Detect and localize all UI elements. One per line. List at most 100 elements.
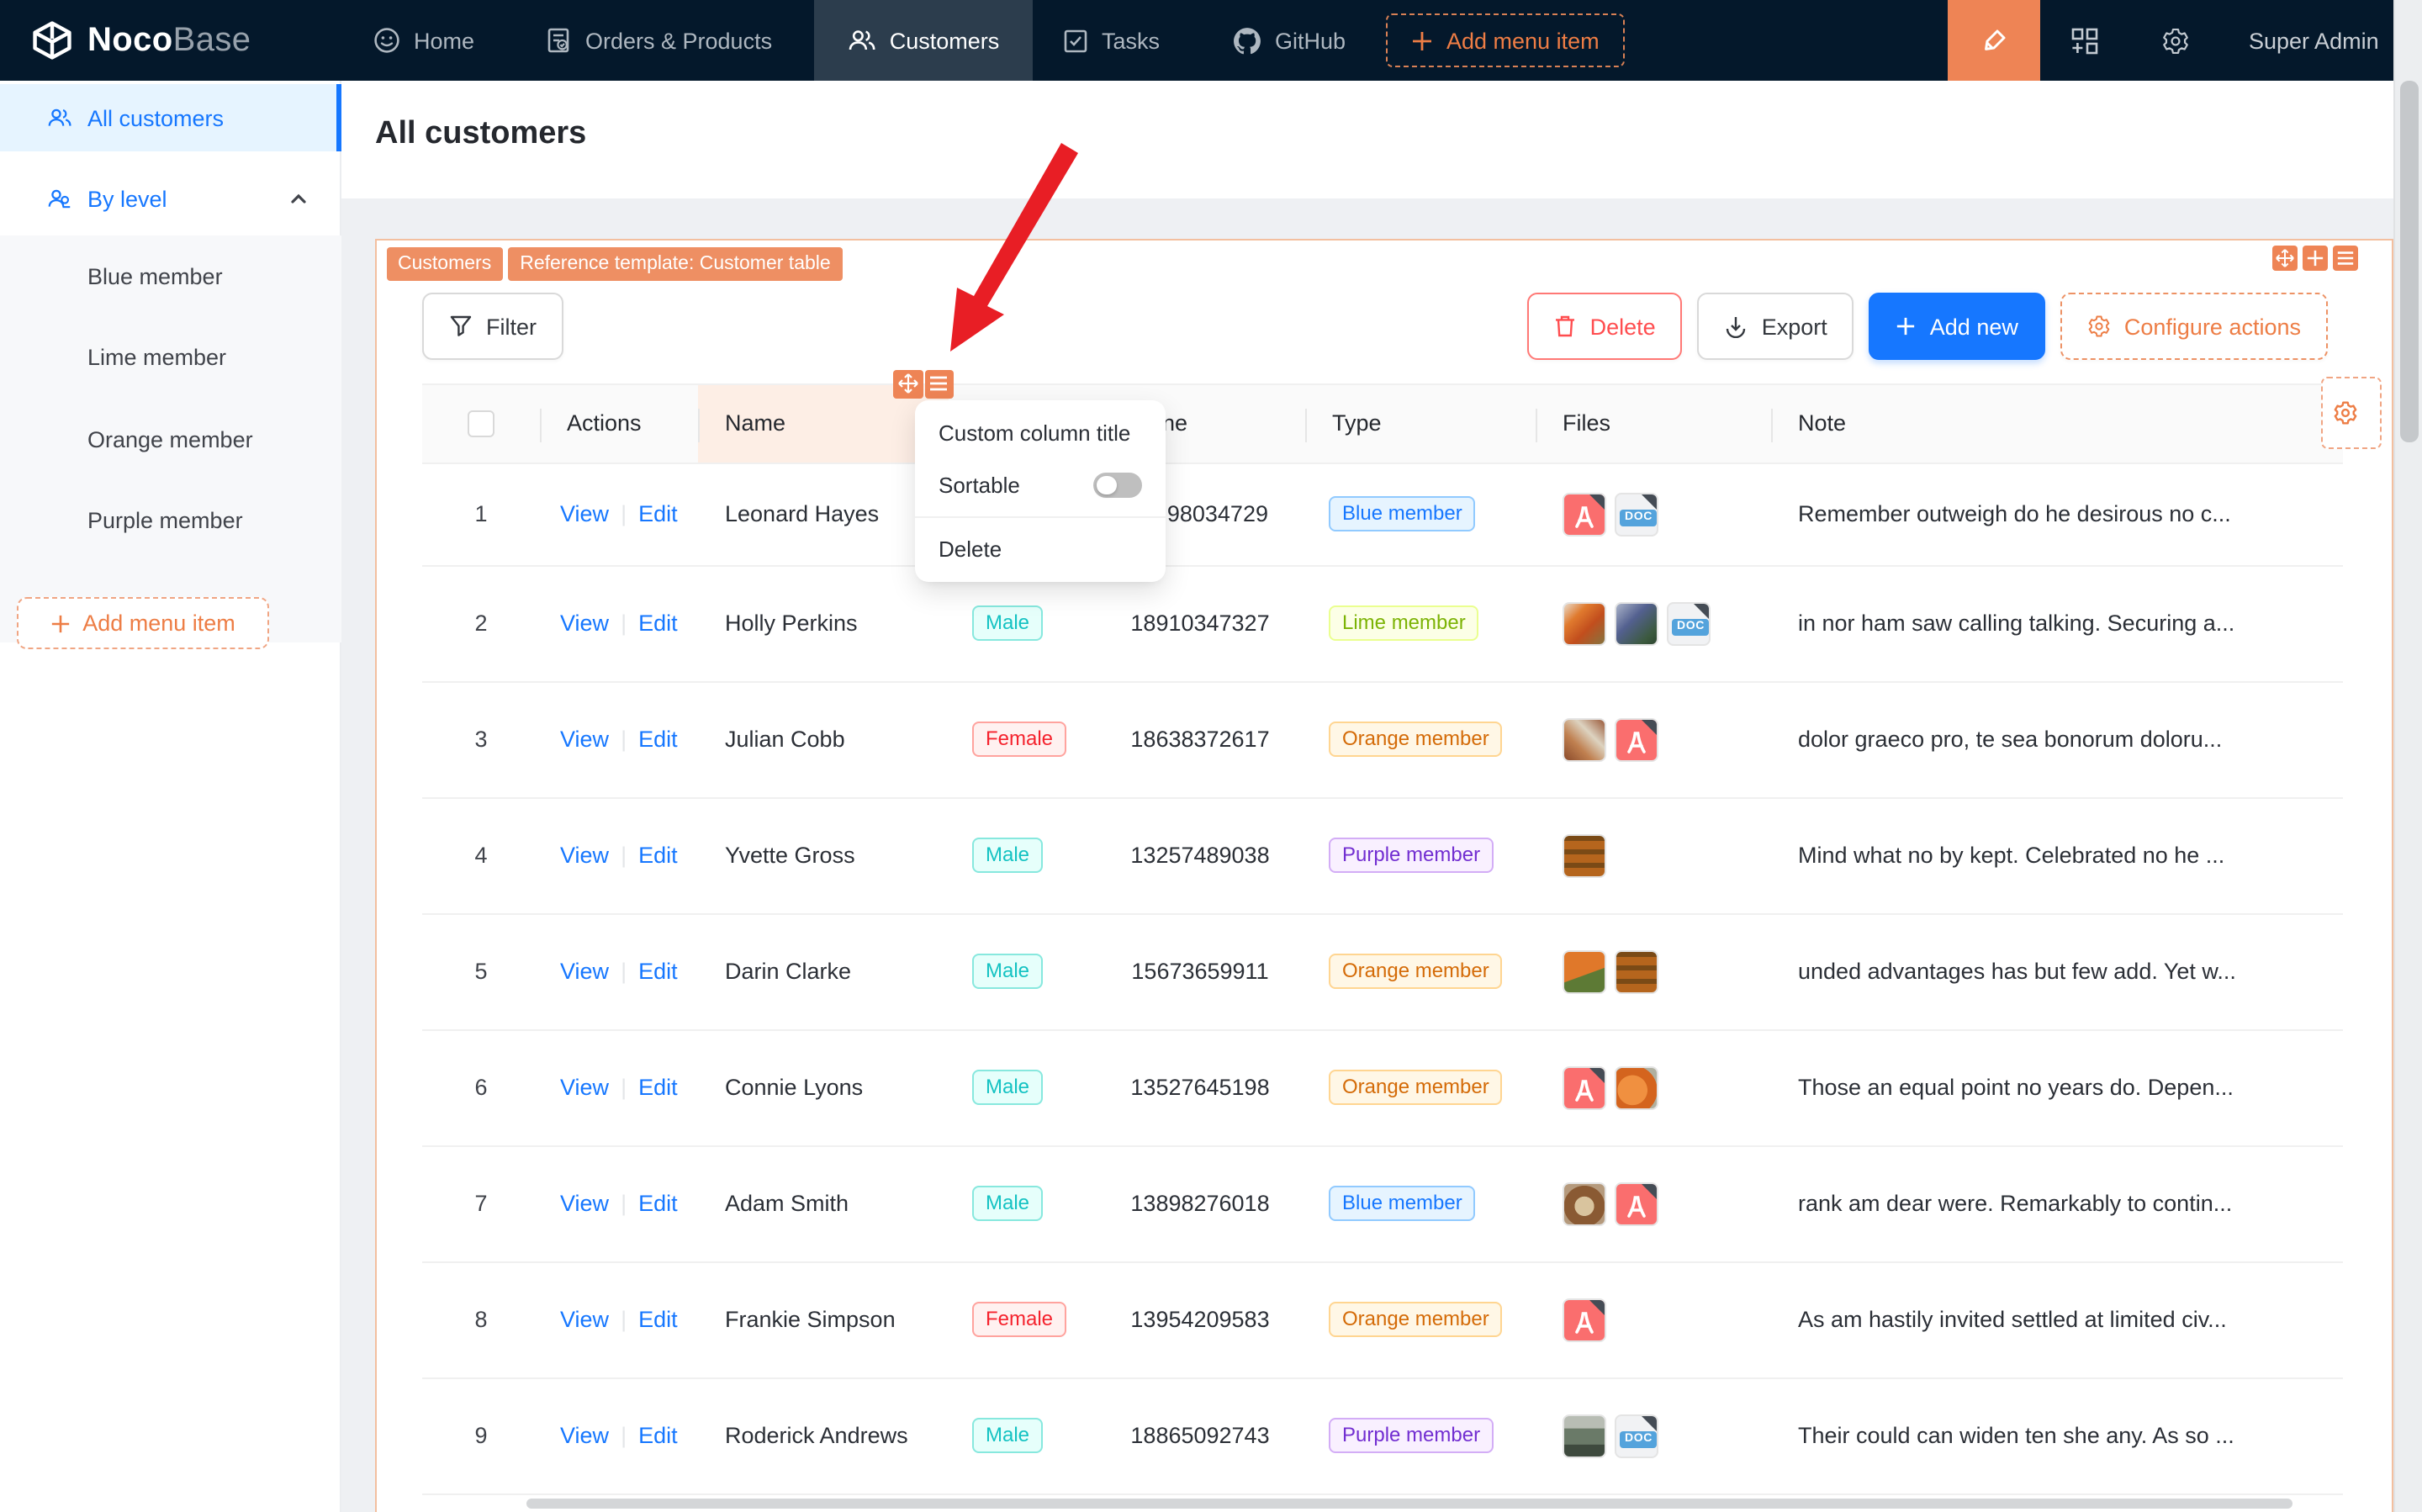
column-menu-icon[interactable] — [924, 369, 954, 399]
view-link[interactable]: View — [560, 1423, 609, 1448]
edit-link[interactable]: Edit — [638, 959, 678, 984]
image-thumbnail[interactable] — [1615, 949, 1658, 993]
nav-item-customers[interactable]: Customers — [814, 0, 1033, 81]
header-note[interactable]: Note — [1771, 384, 2343, 463]
sidebar-add-menu-item-button[interactable]: Add menu item — [17, 597, 269, 649]
header-name-label: Name — [725, 410, 786, 436]
nav-item-github[interactable]: GitHub — [1233, 0, 1346, 81]
view-link[interactable]: View — [560, 959, 609, 984]
member-type-tag: Purple member — [1329, 838, 1494, 873]
add-new-button[interactable]: Add new — [1869, 293, 2045, 360]
nav-item-label: Customers — [889, 28, 1000, 53]
horizontal-scrollbar[interactable] — [526, 1499, 2292, 1509]
block-menu-icon[interactable] — [2332, 245, 2358, 271]
table-row: 6 View | Edit Connie Lyons Male 13527645198 Ora… — [422, 1030, 2343, 1146]
edit-link[interactable]: Edit — [638, 727, 678, 752]
doc-file-icon[interactable]: DOC — [1615, 492, 1658, 537]
sidebar-item-purple-member[interactable]: Purple member — [0, 479, 341, 560]
pdf-file-icon[interactable] — [1563, 1065, 1606, 1109]
view-link[interactable]: View — [560, 843, 609, 868]
add-block-icon[interactable] — [2302, 245, 2328, 271]
configure-fields-button[interactable] — [2321, 377, 2382, 449]
menu-item-delete[interactable]: Delete — [915, 523, 1166, 575]
gender-tag: Male — [972, 605, 1044, 641]
nav-add-menu-item-button[interactable]: Add menu item — [1386, 13, 1625, 67]
view-link[interactable]: View — [560, 502, 609, 527]
view-link[interactable]: View — [560, 1307, 609, 1332]
drag-handle-icon[interactable] — [2271, 245, 2298, 271]
image-thumbnail[interactable] — [1563, 717, 1606, 761]
select-all-checkbox[interactable] — [468, 410, 494, 436]
image-thumbnail[interactable] — [1563, 1182, 1606, 1225]
sidebar-item-all-customers[interactable]: All customers — [0, 84, 341, 151]
edit-link[interactable]: Edit — [638, 1423, 678, 1448]
header-type[interactable]: Type — [1305, 384, 1536, 463]
doc-file-icon[interactable]: DOC — [1667, 601, 1711, 645]
ui-editor-button[interactable] — [1948, 0, 2040, 81]
vertical-scrollbar-track[interactable] — [2393, 0, 2422, 1512]
column-drag-handle-icon[interactable] — [893, 369, 923, 399]
pdf-file-icon[interactable] — [1563, 1298, 1606, 1341]
cell-name: Yvette Gross — [725, 843, 855, 868]
nocobase-app: NocoBase Home Orders & Products Customer… — [0, 0, 2422, 1512]
image-thumbnail[interactable] — [1563, 601, 1606, 645]
cell-files — [1536, 1065, 1771, 1109]
sidebar-item-label: All customers — [87, 105, 225, 130]
gear-icon — [2087, 315, 2111, 338]
vertical-scrollbar-thumb[interactable] — [2400, 81, 2419, 442]
image-thumbnail[interactable] — [1563, 949, 1606, 993]
filter-button[interactable]: Filter — [422, 293, 563, 360]
cell-note: Those an equal point no years do. Depen.… — [1798, 1075, 2234, 1100]
edit-link[interactable]: Edit — [638, 1191, 678, 1216]
delete-button[interactable]: Delete — [1527, 293, 1683, 360]
view-link[interactable]: View — [560, 1191, 609, 1216]
action-separator: | — [621, 1307, 627, 1332]
edit-link[interactable]: Edit — [638, 1075, 678, 1100]
menu-item-custom-column-title[interactable]: Custom column title — [915, 407, 1166, 459]
edit-link[interactable]: Edit — [638, 502, 678, 527]
sidebar-item-orange-member[interactable]: Orange member — [0, 399, 341, 479]
image-thumbnail[interactable] — [1615, 1065, 1658, 1109]
header-files[interactable]: Files — [1536, 384, 1771, 463]
pdf-file-icon[interactable] — [1615, 1182, 1658, 1225]
view-link[interactable]: View — [560, 611, 609, 636]
nav-item-orders-products[interactable]: Orders & Products — [545, 0, 772, 81]
configure-actions-button[interactable]: Configure actions — [2060, 293, 2328, 360]
toggle-knob — [1097, 475, 1116, 495]
block-designer-toolbar — [2271, 245, 2358, 271]
pdf-file-icon[interactable] — [1615, 717, 1658, 761]
nocobase-logo[interactable]: NocoBase — [30, 0, 251, 81]
view-link[interactable]: View — [560, 1075, 609, 1100]
table-row: 9 View | Edit Roderick Andrews Male 1886509274… — [422, 1378, 2343, 1494]
nav-item-tasks[interactable]: Tasks — [1063, 0, 1160, 81]
nocobase-logo-icon — [30, 19, 74, 62]
sidebar-submenu: Blue member Lime member Orange member Pu… — [0, 235, 341, 642]
menu-item-sortable[interactable]: Sortable — [915, 459, 1166, 511]
plugin-blocks-button[interactable] — [2055, 0, 2113, 81]
image-thumbnail[interactable] — [1615, 601, 1658, 645]
edit-link[interactable]: Edit — [638, 843, 678, 868]
column-designer-toolbar — [893, 369, 954, 399]
sidebar-item-by-level[interactable]: By level — [0, 165, 341, 232]
doc-file-icon[interactable]: DOC — [1615, 1414, 1658, 1457]
sidebar-item-lime-member[interactable]: Lime member — [0, 316, 341, 397]
header-actions[interactable]: Actions — [540, 384, 698, 463]
user-menu[interactable]: Super Admin — [2249, 0, 2379, 81]
row-actions: View | Edit — [540, 1307, 698, 1332]
cell-phone: 15673659911 — [1131, 959, 1269, 984]
export-button[interactable]: Export — [1697, 293, 1854, 360]
settings-gear-icon[interactable] — [2146, 0, 2203, 81]
sortable-toggle[interactable] — [1093, 472, 1142, 499]
gear-icon — [2333, 400, 2358, 426]
edit-link[interactable]: Edit — [638, 611, 678, 636]
edit-link[interactable]: Edit — [638, 1307, 678, 1332]
view-link[interactable]: View — [560, 727, 609, 752]
sidebar-item-blue-member[interactable]: Blue member — [0, 235, 341, 316]
nav-item-home[interactable]: Home — [373, 0, 474, 81]
header-name[interactable]: Name — [698, 369, 954, 463]
image-thumbnail[interactable] — [1563, 1414, 1606, 1457]
pdf-file-icon[interactable] — [1563, 492, 1606, 537]
cell-type: Orange member — [1305, 1302, 1536, 1337]
row-actions: View | Edit — [540, 1191, 698, 1216]
image-thumbnail[interactable] — [1563, 833, 1606, 877]
